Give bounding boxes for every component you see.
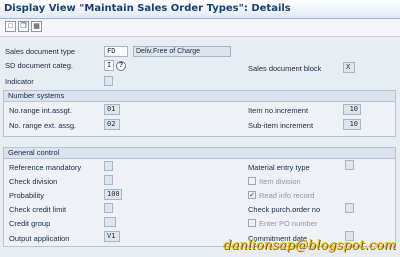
sales-document-type-field[interactable]: FD: [104, 46, 128, 57]
enter-po-number-checkbox[interactable]: [248, 219, 256, 227]
material-entry-type-label: Material entry type: [248, 163, 310, 172]
delete-icon[interactable]: ▦: [31, 21, 42, 32]
check-division-field[interactable]: [104, 175, 113, 185]
sales-document-block-label: Sales document block: [248, 64, 322, 73]
number-range-internal-label: No.range int.assgt.: [9, 106, 72, 115]
probability-label: Probability: [9, 191, 45, 200]
copy-icon[interactable]: ❐: [18, 21, 29, 32]
title-bar: Display View "Maintain Sales Order Types…: [0, 0, 400, 19]
application-toolbar: □ ❐ ▦: [0, 19, 400, 37]
general-control-header: General control: [4, 148, 395, 159]
output-application-field[interactable]: V1: [104, 231, 120, 242]
item-division-checkbox[interactable]: [248, 177, 256, 185]
reference-mandatory-field[interactable]: [104, 161, 113, 171]
value-help-icon[interactable]: ?: [116, 61, 126, 71]
new-entries-icon[interactable]: □: [5, 21, 16, 32]
number-range-external-field[interactable]: 02: [104, 119, 120, 130]
check-purch-order-label: Check purch.order no: [248, 205, 321, 214]
general-control-group: General control: [3, 147, 396, 247]
check-purch-order-field[interactable]: [345, 203, 354, 213]
check-credit-limit-label: Check credit limit: [9, 205, 67, 214]
read-info-record-checkbox[interactable]: ✓: [248, 191, 256, 199]
sub-item-increment-label: Sub-item increment: [248, 121, 314, 130]
enter-po-number-label: Enter PO number: [259, 219, 318, 228]
number-range-external-label: No. range ext. assg.: [9, 121, 77, 130]
number-systems-header: Number systems: [4, 91, 395, 102]
item-division-label: Item division: [259, 177, 301, 186]
probability-field[interactable]: 100: [104, 189, 122, 200]
window-title: Display View "Maintain Sales Order Types…: [4, 3, 291, 14]
material-entry-type-field[interactable]: [345, 160, 354, 170]
sales-document-block-field[interactable]: X: [343, 62, 355, 73]
output-application-label: Output application: [9, 234, 70, 243]
read-info-record-label: Read info record: [259, 191, 315, 200]
check-credit-limit-field[interactable]: [104, 203, 113, 213]
sales-document-type-label: Sales document type: [5, 47, 76, 56]
sales-document-type-description: Deliv.Free of Charge: [133, 46, 231, 57]
number-range-internal-field[interactable]: 01: [104, 104, 120, 115]
reference-mandatory-label: Reference mandatory: [9, 163, 82, 172]
sd-document-category-field[interactable]: I: [104, 60, 114, 71]
credit-group-label: Credit group: [9, 219, 51, 228]
item-number-increment-field[interactable]: 10: [343, 104, 361, 115]
item-number-increment-label: Item no.increment: [248, 106, 309, 115]
indicator-label: Indicator: [5, 77, 34, 86]
credit-group-field[interactable]: [104, 217, 116, 227]
indicator-field[interactable]: [104, 76, 113, 86]
watermark: danlionsap@blogspot.com: [223, 238, 396, 253]
sd-document-category-label: SD document categ.: [5, 61, 73, 70]
sub-item-increment-field[interactable]: 10: [343, 119, 361, 130]
check-division-label: Check division: [9, 177, 58, 186]
